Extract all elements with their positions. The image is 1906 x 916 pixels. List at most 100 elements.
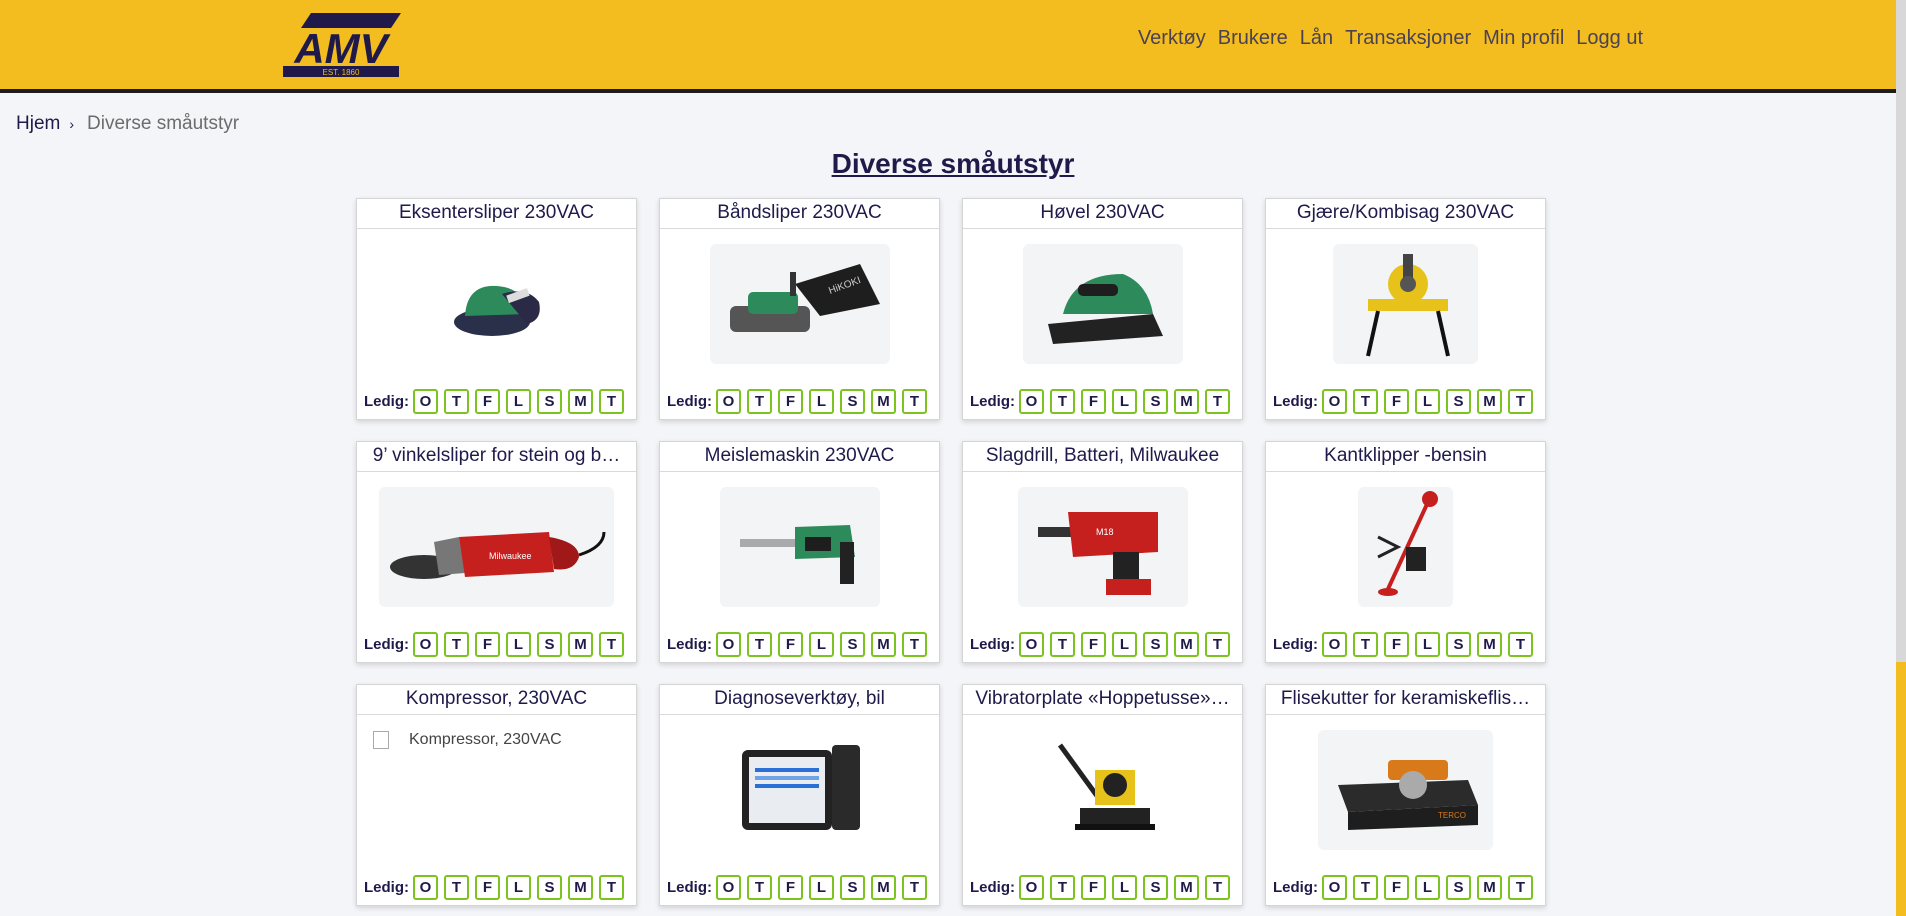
availability-day[interactable]: M: [568, 875, 593, 900]
tool-card-title[interactable]: Slagdrill, Batteri, Milwaukee: [963, 442, 1242, 472]
tool-image[interactable]: [660, 472, 939, 622]
nav-verktoy[interactable]: Verktøy: [1138, 27, 1206, 50]
availability-day[interactable]: O: [413, 632, 438, 657]
availability-day[interactable]: L: [1112, 875, 1137, 900]
amv-logo[interactable]: AMV EST. 1860: [281, 13, 401, 79]
nav-transaksjoner[interactable]: Transaksjoner: [1345, 27, 1471, 50]
availability-day[interactable]: L: [809, 632, 834, 657]
availability-day[interactable]: L: [506, 389, 531, 414]
availability-day[interactable]: M: [568, 389, 593, 414]
availability-day[interactable]: O: [716, 389, 741, 414]
nav-min-profil[interactable]: Min profil: [1483, 27, 1564, 50]
availability-day[interactable]: F: [475, 389, 500, 414]
availability-day[interactable]: T: [902, 389, 927, 414]
tool-card-title[interactable]: Gjære/Kombisag 230VAC: [1266, 199, 1545, 229]
tool-card[interactable]: Kompressor, 230VAC Kompressor, 230VAC Ledi…: [356, 684, 637, 906]
availability-day[interactable]: F: [1384, 875, 1409, 900]
tool-image[interactable]: [963, 229, 1242, 379]
tool-image[interactable]: TERCO: [1266, 715, 1545, 865]
availability-day[interactable]: T: [599, 389, 624, 414]
availability-day[interactable]: L: [809, 389, 834, 414]
tool-card-title[interactable]: Meislemaskin 230VAC: [660, 442, 939, 472]
tool-card-title[interactable]: Eksentersliper 230VAC: [357, 199, 636, 229]
tool-card-title[interactable]: Høvel 230VAC: [963, 199, 1242, 229]
availability-day[interactable]: T: [599, 875, 624, 900]
availability-day[interactable]: T: [1508, 389, 1533, 414]
availability-day[interactable]: F: [1081, 875, 1106, 900]
availability-day[interactable]: T: [599, 632, 624, 657]
availability-day[interactable]: O: [1322, 632, 1347, 657]
availability-day[interactable]: T: [1050, 875, 1075, 900]
tool-card-title[interactable]: 9’ vinkelsliper for stein og b…: [357, 442, 636, 472]
availability-day[interactable]: L: [1415, 632, 1440, 657]
availability-day[interactable]: O: [413, 875, 438, 900]
availability-day[interactable]: T: [1050, 632, 1075, 657]
tool-image[interactable]: [357, 229, 636, 379]
tool-image[interactable]: [963, 715, 1242, 865]
tool-card[interactable]: Høvel 230VAC Ledig: O T F L S M T: [962, 198, 1243, 420]
availability-day[interactable]: T: [902, 875, 927, 900]
availability-day[interactable]: M: [568, 632, 593, 657]
availability-day[interactable]: L: [1415, 875, 1440, 900]
availability-day[interactable]: S: [1143, 389, 1168, 414]
tool-image[interactable]: Kompressor, 230VAC: [357, 715, 636, 865]
availability-day[interactable]: L: [1415, 389, 1440, 414]
tool-card-title[interactable]: Vibratorplate «Hoppetusse»…: [963, 685, 1242, 715]
tool-image[interactable]: [660, 715, 939, 865]
availability-day[interactable]: O: [1019, 875, 1044, 900]
tool-card[interactable]: Flisekutter for keramiskeflis… TERCO Ledig…: [1265, 684, 1546, 906]
availability-day[interactable]: O: [716, 632, 741, 657]
availability-day[interactable]: M: [871, 389, 896, 414]
availability-day[interactable]: L: [809, 875, 834, 900]
availability-day[interactable]: S: [537, 632, 562, 657]
tool-card[interactable]: Diagnoseverktøy, bil Ledig: O T F L S M T: [659, 684, 940, 906]
tool-image[interactable]: [1266, 229, 1545, 379]
availability-day[interactable]: S: [1446, 632, 1471, 657]
availability-day[interactable]: M: [871, 875, 896, 900]
tool-card[interactable]: Vibratorplate «Hoppetusse»… Ledig: O T F L S M T: [962, 684, 1243, 906]
availability-day[interactable]: T: [1508, 875, 1533, 900]
availability-day[interactable]: O: [1322, 875, 1347, 900]
availability-day[interactable]: O: [1322, 389, 1347, 414]
availability-day[interactable]: M: [1477, 875, 1502, 900]
availability-day[interactable]: M: [1174, 389, 1199, 414]
tool-image[interactable]: HiKOKI: [660, 229, 939, 379]
availability-day[interactable]: F: [778, 389, 803, 414]
availability-day[interactable]: T: [1508, 632, 1533, 657]
scrollbar-thumb[interactable]: [1896, 0, 1906, 662]
tool-card-title[interactable]: Båndsliper 230VAC: [660, 199, 939, 229]
availability-day[interactable]: M: [1477, 389, 1502, 414]
availability-day[interactable]: L: [1112, 389, 1137, 414]
availability-day[interactable]: L: [506, 632, 531, 657]
tool-card-title[interactable]: Diagnoseverktøy, bil: [660, 685, 939, 715]
availability-day[interactable]: O: [1019, 632, 1044, 657]
availability-day[interactable]: T: [747, 389, 772, 414]
availability-day[interactable]: T: [747, 875, 772, 900]
availability-day[interactable]: F: [1384, 389, 1409, 414]
nav-lan[interactable]: Lån: [1300, 27, 1333, 50]
availability-day[interactable]: T: [902, 632, 927, 657]
tool-card[interactable]: Båndsliper 230VAC HiKOKI Ledig: O T F L S M T: [659, 198, 940, 420]
availability-day[interactable]: F: [778, 632, 803, 657]
tool-card[interactable]: Gjære/Kombisag 230VAC Ledig: O T F L S M T: [1265, 198, 1546, 420]
tool-card-title[interactable]: Flisekutter for keramiskeflis…: [1266, 685, 1545, 715]
availability-day[interactable]: F: [1384, 632, 1409, 657]
tool-image[interactable]: M18: [963, 472, 1242, 622]
tool-card[interactable]: Kantklipper -bensin Ledig: O T F L S M T: [1265, 441, 1546, 663]
availability-day[interactable]: T: [1205, 875, 1230, 900]
availability-day[interactable]: S: [1143, 875, 1168, 900]
availability-day[interactable]: S: [1446, 875, 1471, 900]
availability-day[interactable]: F: [778, 875, 803, 900]
availability-day[interactable]: T: [444, 389, 469, 414]
availability-day[interactable]: T: [444, 632, 469, 657]
tool-card-title[interactable]: Kantklipper -bensin: [1266, 442, 1545, 472]
availability-day[interactable]: O: [716, 875, 741, 900]
availability-day[interactable]: S: [1446, 389, 1471, 414]
availability-day[interactable]: L: [1112, 632, 1137, 657]
tool-card-title[interactable]: Kompressor, 230VAC: [357, 685, 636, 715]
availability-day[interactable]: T: [1353, 389, 1378, 414]
availability-day[interactable]: S: [537, 875, 562, 900]
tool-card[interactable]: 9’ vinkelsliper for stein og b… Milwaukee…: [356, 441, 637, 663]
nav-brukere[interactable]: Brukere: [1218, 27, 1288, 50]
availability-day[interactable]: S: [840, 632, 865, 657]
